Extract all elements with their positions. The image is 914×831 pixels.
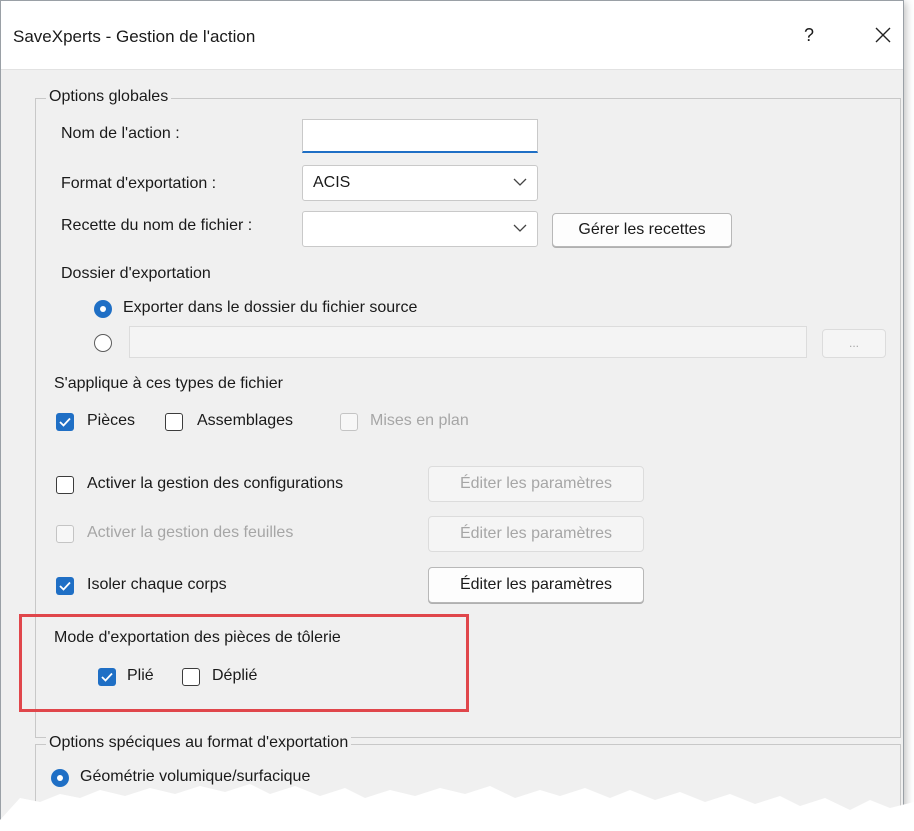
parts-label: Pièces [87,412,136,429]
config-management-checkbox[interactable] [56,476,74,494]
config-management-label: Activer la gestion des configurations [87,475,344,492]
sheet-management-label: Activer la gestion des feuilles [87,524,294,541]
file-types-label: S'applique à ces types de fichier [54,375,283,392]
chevron-down-icon [513,178,527,186]
close-button[interactable] [861,15,903,55]
export-source-folder-label: Exporter dans le dossier du fichier sour… [123,299,418,316]
parts-checkbox[interactable] [56,413,74,431]
export-format-select[interactable]: ACIS [302,165,538,201]
sheetmetal-highlight-box [19,614,469,712]
config-edit-params-button[interactable]: Éditer les paramètres [428,466,644,502]
custom-folder-input[interactable] [129,326,807,358]
custom-folder-radio[interactable] [94,334,112,352]
torn-edge [0,784,914,831]
browse-button[interactable]: ... [822,329,886,358]
assemblies-label: Assemblages [197,412,294,429]
sheet-management-checkbox[interactable] [56,525,74,543]
window-title: SaveXperts - Gestion de l'action [13,27,256,46]
title-bar: SaveXperts - Gestion de l'action ? [1,1,903,70]
manage-recipes-button[interactable]: Gérer les recettes [552,213,732,247]
isolate-bodies-checkbox[interactable] [56,577,74,595]
action-dialog: SaveXperts - Gestion de l'action ? Optio… [0,0,904,831]
check-icon [59,581,71,591]
export-source-folder-radio[interactable] [94,300,112,318]
action-name-input[interactable] [302,119,538,153]
action-name-label: Nom de l'action : [61,125,180,142]
assemblies-checkbox[interactable] [165,413,183,431]
chevron-down-icon [513,224,527,232]
check-icon [59,417,71,427]
close-icon [875,27,891,43]
filename-recipe-select[interactable] [302,211,538,247]
isolate-edit-params-button[interactable]: Éditer les paramètres [428,567,644,603]
sheet-edit-params-button[interactable]: Éditer les paramètres [428,516,644,552]
export-format-value: ACIS [313,174,351,191]
export-format-label: Format d'exportation : [61,175,217,192]
drawings-label: Mises en plan [370,412,469,429]
export-folder-label: Dossier d'exportation [61,265,211,282]
global-options-legend: Options globales [46,88,172,106]
help-button[interactable]: ? [789,15,829,55]
filename-recipe-label: Recette du nom de fichier : [61,217,253,234]
drawings-checkbox[interactable] [340,413,358,431]
isolate-bodies-label: Isoler chaque corps [87,576,227,593]
format-options-legend: Options spéciques au format d'exportatio… [46,734,352,752]
